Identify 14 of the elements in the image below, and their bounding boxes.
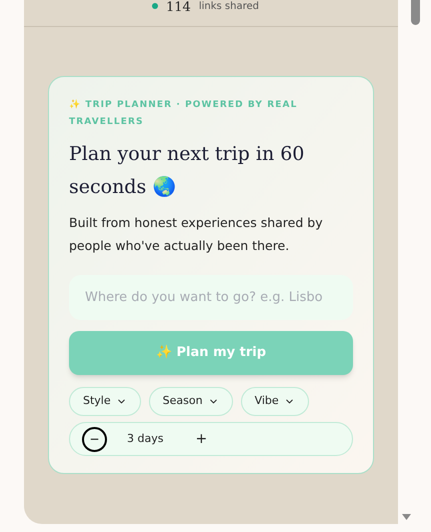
planner-title: Plan your next trip in 60 seconds 🌏 [69, 142, 306, 200]
scroll-down-icon[interactable] [402, 514, 411, 520]
stat-label: links shared [198, 1, 259, 13]
stat-value: 114 [166, 1, 191, 15]
filter-dropdown[interactable]: Style [69, 387, 141, 416]
destination-field[interactable]: Where do you want to go? e.g. Lisbo [69, 275, 353, 320]
increment-button[interactable]: + [195, 428, 208, 450]
filter-dropdown[interactable]: Vibe [240, 387, 309, 416]
duration-value: 3 days [127, 430, 164, 447]
decrement-button[interactable]: − [82, 426, 107, 452]
filter-dropdown[interactable]: Season [148, 387, 233, 416]
eyebrow-text: ✨ TRIP PLANNER · POWERED BY REAL TRAVELLERS [69, 98, 298, 129]
planner-description: Built from honest experiences shared by people who've actually been there. [69, 214, 324, 255]
scrollbar-thumb[interactable] [411, 0, 420, 25]
